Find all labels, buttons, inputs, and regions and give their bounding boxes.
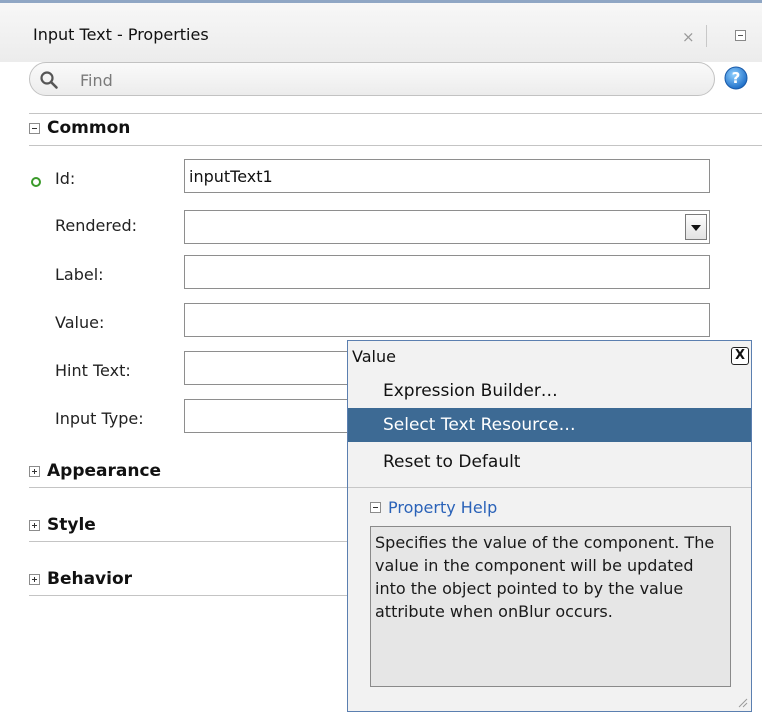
rendered-combo[interactable] [184,210,710,244]
help-icon[interactable]: ? [724,66,748,90]
panel-titlebar: Input Text - Properties × [0,3,762,62]
popup-header: Value X [348,341,751,371]
dropdown-arrow-icon[interactable] [685,214,707,240]
popup-divider [348,487,751,488]
panel-title: Input Text - Properties [33,25,209,44]
menu-item-label: Select Text Resource… [383,415,576,435]
hint-text-label: Hint Text: [55,361,131,380]
section-behavior-label: Behavior [47,569,133,589]
property-help-header[interactable]: Property Help [370,498,497,517]
menu-item-label: Expression Builder… [383,381,558,401]
expand-icon[interactable] [29,519,40,531]
section-appearance-label: Appearance [47,461,162,481]
label-label: Label: [55,265,104,284]
titlebar-separator [706,25,707,47]
value-label: Value: [55,313,105,332]
section-style-header[interactable]: Style [29,515,96,535]
property-help-text: Specifies the value of the component. Th… [375,533,715,621]
value-popup: Value X Expression Builder… Select Text … [347,340,752,712]
close-panel-button[interactable]: × [682,28,695,46]
rendered-label: Rendered: [55,216,137,235]
section-divider [29,541,347,542]
section-behavior-header[interactable]: Behavior [29,569,132,589]
menu-item-select-text-resource[interactable]: Select Text Resource… [348,408,751,442]
id-label: Id: [55,169,76,188]
collapse-icon[interactable] [29,122,40,134]
menu-item-label: Reset to Default [383,452,521,472]
menu-item-expression-builder[interactable]: Expression Builder… [348,374,751,408]
search-input[interactable] [78,67,682,93]
property-help-title: Property Help [388,498,498,517]
section-appearance-header[interactable]: Appearance [29,461,161,481]
section-common-header[interactable]: Common [29,118,130,138]
section-style-label: Style [47,515,96,535]
section-divider [29,113,762,114]
property-help-box: Specifies the value of the component. Th… [370,526,731,687]
menu-item-reset-to-default[interactable]: Reset to Default [348,445,751,479]
input-type-label: Input Type: [55,409,144,428]
close-icon[interactable]: X [731,347,749,365]
svg-text:?: ? [732,69,741,87]
section-divider [29,487,347,488]
resize-grip-icon[interactable] [736,696,748,708]
required-indicator-icon [31,177,41,187]
search-icon [40,71,58,89]
section-divider [29,595,347,596]
minimize-panel-button[interactable] [735,30,746,41]
collapse-icon[interactable] [370,502,381,513]
expand-icon[interactable] [29,465,40,477]
value-field[interactable] [184,303,710,337]
expand-icon[interactable] [29,573,40,585]
label-field[interactable] [184,255,710,289]
section-common-label: Common [47,118,131,138]
section-divider [29,145,762,146]
search-box[interactable] [29,62,715,96]
popup-title: Value [352,347,396,366]
id-field[interactable] [184,159,710,193]
